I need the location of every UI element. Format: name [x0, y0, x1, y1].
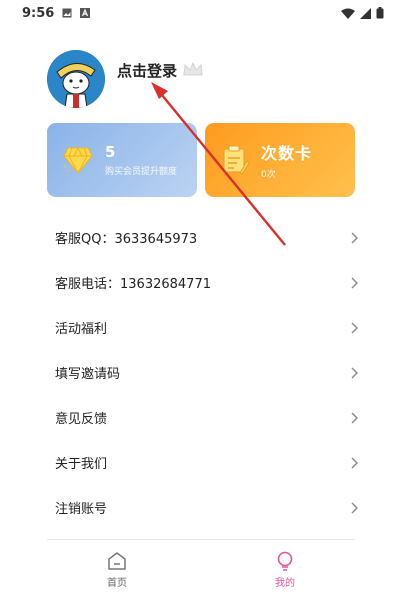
lightbulb-icon	[277, 551, 293, 571]
menu-item-about[interactable]: 关于我们	[47, 440, 359, 485]
status-time: 9:56	[22, 5, 55, 21]
tab-mine[interactable]: 我的	[255, 551, 315, 589]
battery-icon	[376, 7, 384, 19]
menu-item-label: 意见反馈	[55, 412, 108, 427]
menu-item-invite-code[interactable]: 填写邀请码	[47, 350, 359, 395]
status-right	[341, 7, 384, 19]
vip-card-value: 5	[105, 143, 116, 161]
chevron-right-icon	[351, 502, 358, 513]
menu-item-benefits[interactable]: 活动福利	[47, 305, 359, 350]
chevron-right-icon	[351, 322, 358, 333]
tab-mine-label: 我的	[275, 578, 295, 589]
status-left: 9:56	[22, 5, 91, 21]
count-card-subtitle: 0次	[261, 170, 276, 180]
menu-item-delete-account[interactable]: 注销账号	[47, 485, 359, 530]
wifi-icon	[341, 8, 355, 19]
home-icon	[108, 552, 126, 570]
login-text[interactable]: 点击登录	[117, 60, 177, 81]
chevron-right-icon	[351, 277, 358, 288]
menu-item-qq[interactable]: 客服QQ：3633645973	[47, 215, 359, 260]
menu-item-label: 关于我们	[55, 457, 108, 472]
avatar-image	[47, 50, 105, 108]
a-notification-icon	[80, 8, 91, 18]
diamond-icon	[63, 146, 93, 174]
menu-item-label: 填写邀请码	[55, 367, 121, 382]
tabbar-divider	[47, 539, 355, 540]
chevron-right-icon	[351, 412, 358, 423]
menu-item-label: 注销账号	[55, 502, 108, 517]
notepad-icon	[223, 145, 249, 175]
tab-home[interactable]: 首页	[87, 551, 147, 589]
menu-list: 客服QQ：3633645973 客服电话：13632684771 活动福利 填写…	[47, 215, 359, 530]
menu-item-phone[interactable]: 客服电话：13632684771	[47, 260, 359, 305]
status-bar: 9:56	[0, 0, 400, 26]
chevron-right-icon	[351, 232, 358, 243]
chevron-right-icon	[351, 457, 358, 468]
menu-item-feedback[interactable]: 意见反馈	[47, 395, 359, 440]
avatar[interactable]	[47, 50, 105, 108]
vip-card[interactable]: 5 购买会员提升额度	[47, 123, 197, 197]
crown-icon	[183, 61, 203, 76]
cards-row: 5 购买会员提升额度 次数卡 0次	[47, 123, 355, 197]
image-notification-icon	[62, 8, 72, 18]
count-card-text: 次数卡 0次	[261, 140, 312, 180]
vip-card-subtitle: 购买会员提升额度	[105, 167, 178, 177]
count-card[interactable]: 次数卡 0次	[205, 123, 355, 197]
signal-icon	[360, 7, 371, 19]
profile-header[interactable]: 点击登录	[47, 50, 377, 108]
menu-item-label: 客服QQ：3633645973	[55, 232, 198, 247]
menu-item-label: 客服电话：13632684771	[55, 277, 211, 292]
tab-home-label: 首页	[107, 578, 127, 589]
chevron-right-icon	[351, 367, 358, 378]
bottom-tab-bar: 首页 我的	[0, 541, 400, 600]
count-card-title: 次数卡	[261, 144, 313, 163]
vip-card-text: 5 购买会员提升额度	[105, 143, 177, 177]
menu-item-label: 活动福利	[55, 322, 108, 337]
